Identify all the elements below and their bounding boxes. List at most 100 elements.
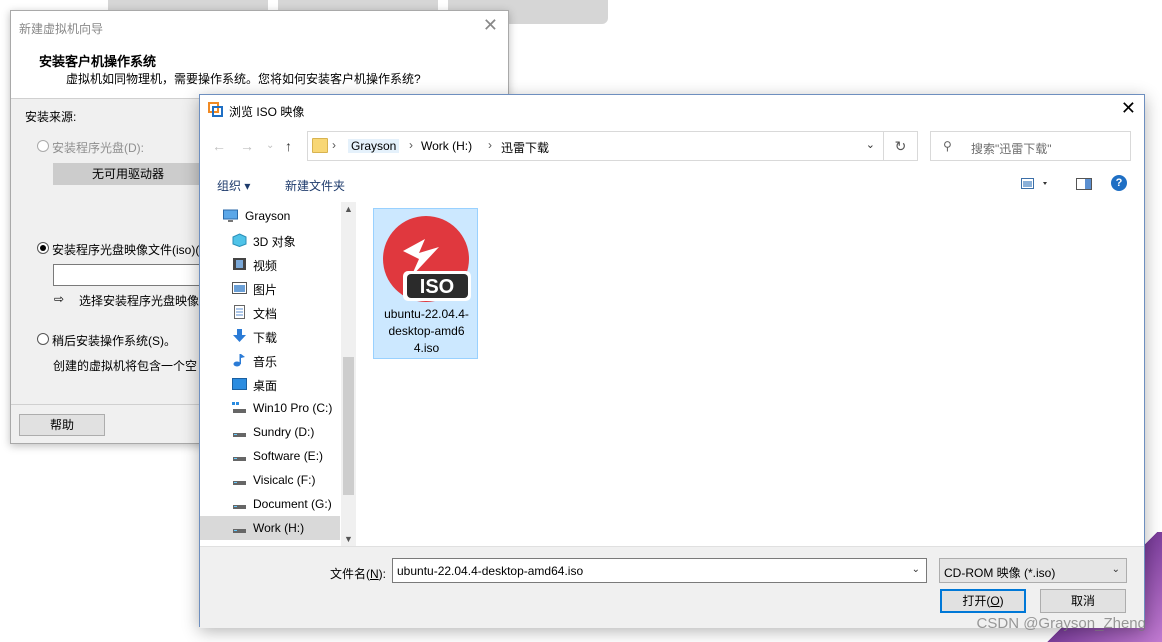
download-icon [233,329,246,342]
refresh-icon: ↻ [894,138,907,154]
breadcrumb-separator: › [488,138,492,152]
radio-install-disc[interactable] [37,140,49,152]
radio-install-iso-label: 安装程序光盘映像文件(iso)( [52,243,200,257]
file-list-pane: ISO ubuntu-22.04.4- desktop-amd6 4.iso [357,202,1146,546]
scroll-down-icon[interactable]: ▼ [344,534,353,544]
nav-item-drive-e[interactable]: Software (E:) [200,444,340,468]
breadcrumb-xunlei[interactable]: 迅雷下载 [501,139,549,156]
filetype-select[interactable]: CD-ROM 映像 (*.iso) ⌄ [939,558,1127,583]
navigation-pane: Grayson 3D 对象 视频 图片 文档 下载 音乐 桌面 Win10 Pr… [200,202,356,546]
nav-item-drive-d[interactable]: Sundry (D:) [200,420,340,444]
close-icon[interactable]: ✕ [483,15,498,36]
nav-item-3d-objects[interactable]: 3D 对象 [200,228,340,252]
search-icon: ⚲ [943,139,952,153]
radio-install-disc-label: 安装程序光盘(D): [52,141,144,155]
file-item-ubuntu-iso[interactable]: ISO ubuntu-22.04.4- desktop-amd6 4.iso [373,208,478,359]
filename-label: 文件名(N): [330,567,387,581]
new-folder-button[interactable]: 新建文件夹 [285,177,345,194]
no-drive-select[interactable]: 无可用驱动器 [53,163,203,185]
nav-item-label: 视频 [253,259,278,273]
file-name-label: ubuntu-22.04.4- desktop-amd6 4.iso [384,307,469,355]
breadcrumb-grayson[interactable]: Grayson [348,139,400,153]
close-icon[interactable]: ✕ [1121,98,1136,119]
breadcrumb-work-h[interactable]: Work (H:) [421,139,472,153]
filename-value: ubuntu-22.04.4-desktop-amd64.iso [397,564,584,578]
filename-input[interactable]: ubuntu-22.04.4-desktop-amd64.iso ⌄ [392,558,927,583]
cube-icon [232,233,247,247]
cancel-button[interactable]: 取消 [1040,589,1126,613]
address-bar[interactable]: › Grayson › Work (H:) › 迅雷下载 ⌄ [307,131,884,161]
browse-title: 浏览 ISO 映像 [229,105,305,119]
radio-install-iso[interactable] [37,242,49,254]
nav-item-label: 桌面 [253,379,278,393]
chevron-down-icon: ⌄ [1111,564,1120,575]
arrow-right-icon: ⇨ [54,292,65,306]
wizard-title: 新建虚拟机向导 [19,22,104,36]
chevron-down-icon[interactable]: ⌄ [866,138,875,151]
iso-hint-text: 选择安装程序光盘映像 [79,294,200,308]
wizard-heading: 安装客户机操作系统 [39,54,157,69]
install-source-label: 安装来源: [25,110,77,124]
nav-item-downloads[interactable]: 下载 [200,324,340,348]
recent-locations-chevron-icon[interactable]: ⌄ [266,140,274,151]
search-box[interactable]: ⚲ 搜索"迅雷下载" [930,131,1131,161]
breadcrumb-separator: › [409,138,413,152]
iso-path-input[interactable] [53,264,203,286]
chevron-down-icon[interactable]: ⌄ [912,564,920,575]
scroll-up-icon[interactable]: ▲ [344,204,353,214]
back-arrow-icon[interactable]: ← [212,138,226,154]
picture-icon [232,282,247,294]
drive-icon [233,457,246,461]
desktop-icon [232,378,247,390]
nav-item-drive-g[interactable]: Document (G:) [200,492,340,516]
nav-item-drive-f[interactable]: Visicalc (F:) [200,468,340,492]
drive-icon [233,481,246,485]
radio-install-later[interactable] [37,333,49,345]
install-later-description: 创建的虚拟机将包含一个空 [53,359,198,373]
breadcrumb-separator: › [332,138,336,152]
browse-titlebar: 浏览 ISO 映像 ✕ [200,95,1144,125]
nav-item-label: Visicalc (F:) [253,473,316,487]
folder-icon [312,138,328,153]
view-options-icon[interactable] [1021,178,1051,190]
up-arrow-icon[interactable]: ↑ [285,138,292,154]
nav-item-grayson[interactable]: Grayson [200,204,340,228]
drive-icon [233,505,246,509]
navigation-bar: ← → ⌄ ↑ › Grayson › Work (H:) › 迅雷下载 ⌄ ↻… [200,131,1144,161]
nav-item-videos[interactable]: 视频 [200,252,340,276]
video-icon [233,258,246,270]
iso-badge-text: ISO [420,276,454,298]
organize-menu[interactable]: 组织 ▾ [217,177,250,194]
nav-item-label: 音乐 [253,355,278,369]
preview-pane-icon[interactable] [1076,178,1092,190]
nav-item-desktop[interactable]: 桌面 [200,372,340,396]
nav-item-label: Work (H:) [253,521,305,535]
watermark-text: CSDN @Grayson_Zheng [976,615,1146,632]
music-icon [233,354,245,367]
help-icon[interactable]: ? [1111,175,1127,191]
nav-item-label: 文档 [253,307,278,321]
nav-item-documents[interactable]: 文档 [200,300,340,324]
forward-arrow-icon[interactable]: → [240,138,254,154]
nav-item-pictures[interactable]: 图片 [200,276,340,300]
search-placeholder: 搜索"迅雷下载" [971,142,1052,156]
drive-icon [233,529,246,533]
nav-item-label: 图片 [253,283,278,297]
nav-item-music[interactable]: 音乐 [200,348,340,372]
browse-iso-dialog: 浏览 ISO 映像 ✕ ← → ⌄ ↑ › Grayson › Work (H:… [199,94,1146,628]
help-button[interactable]: 帮助 [19,414,105,436]
scrollbar-thumb[interactable] [343,357,354,495]
document-icon [234,305,245,319]
computer-icon [223,209,238,222]
drive-icon [232,402,246,413]
filetype-value: CD-ROM 映像 (*.iso) [944,566,1056,580]
nav-item-drive-c[interactable]: Win10 Pro (C:) [200,396,340,420]
nav-item-drive-h[interactable]: Work (H:) [200,516,340,540]
open-button[interactable]: 打开(O) [940,589,1026,613]
drive-icon [233,433,246,437]
nav-item-label: Grayson [245,209,291,223]
refresh-button[interactable]: ↻ [884,131,918,161]
wizard-header: 安装客户机操作系统 虚拟机如同物理机，需要操作系统。您将如何安装客户机操作系统? [11,43,508,99]
nav-item-label: Document (G:) [253,497,332,511]
nav-scrollbar[interactable]: ▲ ▼ [341,202,355,546]
